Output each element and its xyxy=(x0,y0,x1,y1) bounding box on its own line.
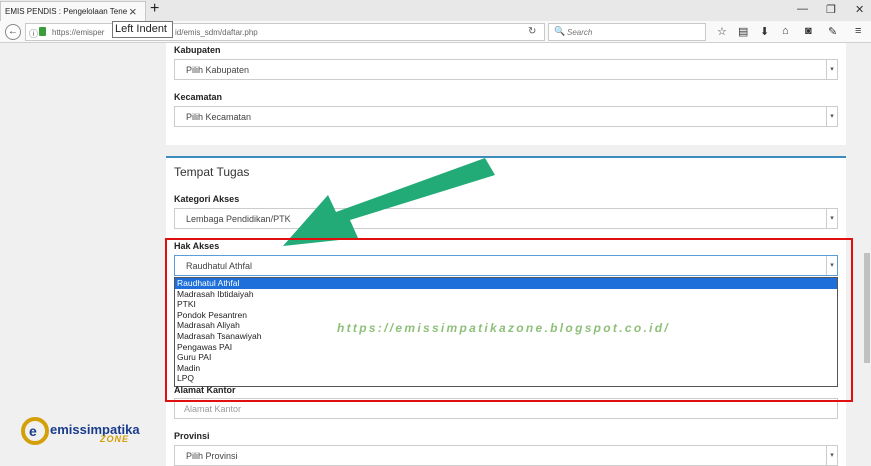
menu-icon[interactable]: ≡ xyxy=(855,25,861,37)
logo-emblem-icon: e xyxy=(21,417,49,445)
extension-icon[interactable]: ✎ xyxy=(828,25,837,38)
alamat-placeholder: Alamat Kantor xyxy=(184,404,242,414)
vertical-scrollbar[interactable] xyxy=(863,43,871,466)
search-placeholder: Search xyxy=(567,28,593,37)
watermark-text: https://emissimpatikazone.blogspot.co.id… xyxy=(337,321,670,335)
kategori-value: Lembaga Pendidikan/PTK xyxy=(186,214,291,224)
browser-tab[interactable]: EMIS PENDIS : Pengelolaan Tene × xyxy=(0,1,146,21)
kecamatan-value: Pilih Kecamatan xyxy=(186,112,252,122)
highlight-box xyxy=(165,238,853,402)
pocket-icon[interactable]: ◙ xyxy=(805,25,812,37)
kategori-label: Kategori Akses xyxy=(174,194,240,204)
kabupaten-value: Pilih Kabupaten xyxy=(186,65,250,75)
search-icon: 🔍 xyxy=(554,26,566,36)
url-text-end: id/emis_sdm/daftar.php xyxy=(175,28,258,37)
bookmark-star-icon[interactable]: ☆ xyxy=(717,25,727,38)
provinsi-select[interactable]: Pilih Provinsi ▾ xyxy=(174,445,838,466)
kategori-select[interactable]: Lembaga Pendidikan/PTK ▾ xyxy=(174,208,838,229)
reload-icon[interactable]: ↻ xyxy=(528,26,536,37)
kabupaten-label: Kabupaten xyxy=(174,45,221,55)
provinsi-label: Provinsi xyxy=(174,431,210,441)
home-icon[interactable]: ⌂ xyxy=(782,25,789,37)
svg-text:e: e xyxy=(29,423,37,439)
new-tab-icon[interactable]: + xyxy=(150,0,159,18)
restore-icon[interactable]: ❐ xyxy=(826,3,836,16)
section-title: Tempat Tugas xyxy=(174,165,250,179)
lock-icon xyxy=(39,27,46,36)
window-close-icon[interactable]: ✕ xyxy=(855,3,864,16)
location-panel: Kabupaten Pilih Kabupaten ▾ Kecamatan Pi… xyxy=(166,43,846,145)
chevron-down-icon: ▾ xyxy=(826,60,837,79)
back-arrow-icon[interactable]: ← xyxy=(5,24,21,40)
kecamatan-select[interactable]: Pilih Kecamatan ▾ xyxy=(174,106,838,127)
search-input[interactable]: 🔍 Search xyxy=(548,23,706,41)
provinsi-value: Pilih Provinsi xyxy=(186,451,238,461)
url-bar[interactable]: ⓘ https://emisper id/emis_sdm/daftar.php… xyxy=(25,23,545,41)
kabupaten-select[interactable]: Pilih Kabupaten ▾ xyxy=(174,59,838,80)
tooltip: Left Indent xyxy=(112,21,173,38)
info-icon[interactable]: ⓘ xyxy=(29,27,38,40)
logo-subtext: ZONE xyxy=(100,434,130,444)
chevron-down-icon: ▾ xyxy=(826,209,837,228)
tab-title: EMIS PENDIS : Pengelolaan Tene xyxy=(5,7,128,16)
tab-bar: EMIS PENDIS : Pengelolaan Tene × + — ❐ ✕ xyxy=(0,0,871,21)
url-text-start: https://emisper xyxy=(52,28,105,37)
reading-list-icon[interactable]: ▤ xyxy=(738,25,748,38)
emissimpatika-logo: e emissimpatika ZONE xyxy=(20,414,150,454)
chevron-down-icon: ▾ xyxy=(826,446,837,465)
scrollbar-thumb[interactable] xyxy=(864,253,870,363)
chevron-down-icon: ▾ xyxy=(826,107,837,126)
close-tab-icon[interactable]: × xyxy=(129,4,137,19)
download-icon[interactable]: ⬇ xyxy=(760,25,769,38)
kecamatan-label: Kecamatan xyxy=(174,92,223,102)
minimize-icon[interactable]: — xyxy=(797,3,808,15)
